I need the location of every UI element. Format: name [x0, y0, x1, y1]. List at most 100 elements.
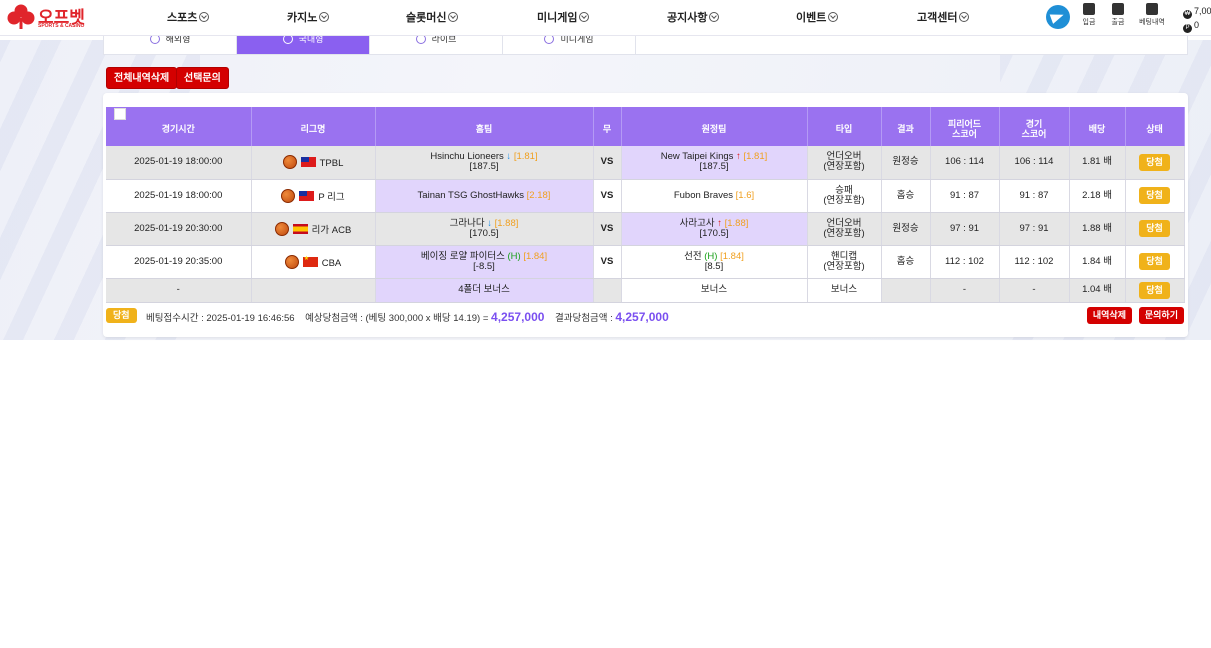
- nav-notice[interactable]: 공지사항: [667, 9, 720, 25]
- cell-type: 언더오버 (연장포함): [807, 146, 882, 180]
- home-odd: [1.84]: [523, 250, 548, 262]
- cell-result: [881, 278, 931, 303]
- nav-minigame[interactable]: 미니게임: [537, 9, 590, 25]
- clover-logo-icon: [7, 4, 35, 29]
- top-navigation-bar: 오프벳 SPORTS & CASINO 스포츠 카지노 슬롯머신 미니게임 공지…: [0, 0, 1211, 36]
- taiwan-flag-icon: [300, 157, 316, 168]
- delete-history-button[interactable]: 내역삭제: [1086, 307, 1132, 324]
- cell-away[interactable]: 사라고사 ↑ [1.88] [170.5]: [621, 212, 808, 246]
- cell-away: 보너스: [621, 278, 808, 303]
- money-value: 7,00: [1194, 6, 1211, 16]
- cell-league: TPBL: [251, 146, 376, 180]
- chevron-down-icon: [319, 12, 330, 22]
- empty-area: [0, 340, 1211, 648]
- cell-odds: 1.04 배: [1069, 278, 1126, 303]
- away-odd: [1.81]: [743, 151, 768, 163]
- cell-game-score: 91 : 87: [999, 179, 1070, 213]
- arrow-up-icon: ↑: [714, 217, 722, 229]
- cell-away[interactable]: New Taipei Kings ↑ [1.81] [187.5]: [621, 146, 808, 180]
- cell-odds: 1.84 배: [1069, 245, 1126, 279]
- league-name: TPBL: [319, 158, 344, 170]
- col-header-status: 상태: [1125, 107, 1185, 146]
- select-all-checkbox[interactable]: [114, 108, 126, 120]
- nav-support[interactable]: 고객센터: [917, 9, 970, 25]
- nav-casino[interactable]: 카지노: [287, 9, 330, 25]
- cell-type: 보너스: [807, 278, 882, 303]
- cell-draw: VS: [593, 179, 622, 213]
- arrow-down-icon: ↓: [503, 151, 512, 163]
- league-name: CBA: [321, 257, 342, 269]
- away-line: [8.5]: [704, 260, 724, 272]
- chevron-down-icon: [579, 12, 590, 22]
- col-header-type: 타입: [807, 107, 882, 146]
- col-header-period-score: 피리어드 스코어: [930, 107, 1000, 146]
- cell-league: P 리그: [251, 179, 376, 213]
- basketball-icon: [274, 221, 289, 236]
- deposit-button[interactable]: 입금: [1079, 3, 1099, 27]
- site-logo[interactable]: 오프벳 SPORTS & CASINO: [4, 2, 90, 32]
- table-row: 2025-01-19 20:30:00 리가 ACB 그라나다 ↓ [1.88]…: [106, 212, 1185, 246]
- col-header-game-score: 경기 스코어: [999, 107, 1070, 146]
- cell-home[interactable]: 베이징 로얄 파이터스 (H) [1.84] [-8.5]: [375, 245, 594, 279]
- cell-status: 당첨: [1125, 212, 1185, 246]
- cell-home[interactable]: Tainan TSG GhostHawks [2.18]: [375, 179, 594, 213]
- cell-period-score: 112 : 102: [930, 245, 1000, 279]
- home-odd: [1.88]: [494, 217, 519, 229]
- chevron-down-icon: [828, 12, 839, 22]
- withdraw-button[interactable]: 출금: [1108, 3, 1128, 27]
- taiwan-flag-icon: [299, 190, 315, 201]
- expected-label: 예상당첨금액 : (베팅 300,000 x 배당 14.19) =: [305, 313, 489, 324]
- league-name: 리가 ACB: [311, 224, 352, 236]
- nav-event[interactable]: 이벤트: [796, 9, 839, 25]
- away-odd: [1.6]: [735, 189, 755, 201]
- col-header-draw: 무: [593, 107, 622, 146]
- nav-label: 이벤트: [796, 12, 827, 24]
- cell-time: -: [106, 278, 252, 303]
- telegram-icon[interactable]: [1046, 5, 1070, 29]
- away-odd: [1.84]: [720, 250, 744, 262]
- delete-all-history-button[interactable]: 전체내역삭제: [106, 67, 178, 89]
- spain-flag-icon: [292, 223, 308, 234]
- basketball-icon: [284, 254, 299, 269]
- withdraw-icon: [1112, 3, 1124, 15]
- withdraw-label: 출금: [1111, 19, 1125, 26]
- cell-time: 2025-01-19 18:00:00: [106, 179, 252, 213]
- cell-odds: 2.18 배: [1069, 179, 1126, 213]
- cell-period-score: -: [930, 278, 1000, 303]
- cell-league: 리가 ACB: [251, 212, 376, 246]
- cell-status: 당첨: [1125, 146, 1185, 180]
- cell-away[interactable]: 선전 (H) [1.84] [8.5]: [621, 245, 808, 279]
- bet-summary: 당첨 베팅접수시간 : 2025-01-19 16:46:56 예상당첨금액 :…: [106, 307, 1184, 326]
- won-icon: ₩: [1183, 10, 1192, 19]
- summary-status-badge: 당첨: [106, 308, 137, 323]
- away-line: [170.5]: [699, 227, 729, 239]
- nav-slots[interactable]: 슬롯머신: [406, 9, 459, 25]
- nav-label: 스포츠: [167, 12, 198, 24]
- wallet-balance: ₩7,00 P0: [1183, 5, 1211, 33]
- cell-odds: 1.88 배: [1069, 212, 1126, 246]
- home-line: [170.5]: [469, 227, 499, 239]
- cell-type: 승패 (연장포함): [807, 179, 882, 213]
- handicap-marker: (H): [704, 250, 718, 262]
- table-header-row: 경기시간 리그명 홈팀 무 원정팀 타입 결과 피리어드 스코어 경기 스코어 …: [106, 107, 1185, 146]
- cell-result: 홈승: [881, 179, 931, 213]
- status-badge: 당첨: [1139, 253, 1170, 270]
- bet-history-button[interactable]: 베팅내역: [1136, 3, 1168, 27]
- col-header-time: 경기시간: [106, 107, 252, 146]
- cell-home[interactable]: Hsinchu Lioneers ↓ [1.81] [187.5]: [375, 146, 594, 180]
- cell-draw: [593, 278, 622, 303]
- nav-label: 카지노: [287, 12, 318, 24]
- col-header-result: 결과: [881, 107, 931, 146]
- chevron-down-icon: [199, 12, 210, 22]
- selected-inquiry-button[interactable]: 선택문의: [176, 67, 229, 89]
- bet-history-label: 베팅내역: [1139, 19, 1165, 26]
- cell-home[interactable]: 그라나다 ↓ [1.88] [170.5]: [375, 212, 594, 246]
- cell-home: 4폴더 보너스: [375, 278, 594, 303]
- inquiry-button[interactable]: 문의하기: [1138, 307, 1184, 324]
- cell-period-score: 91 : 87: [930, 179, 1000, 213]
- home-team: 베이징 로얄 파이터스: [420, 250, 505, 262]
- cell-away[interactable]: Fubon Braves [1.6]: [621, 179, 808, 213]
- nav-sports[interactable]: 스포츠: [167, 9, 210, 25]
- cell-time: 2025-01-19 20:30:00: [106, 212, 252, 246]
- table-row: 2025-01-19 18:00:00 TPBL Hsinchu Lioneer…: [106, 146, 1185, 180]
